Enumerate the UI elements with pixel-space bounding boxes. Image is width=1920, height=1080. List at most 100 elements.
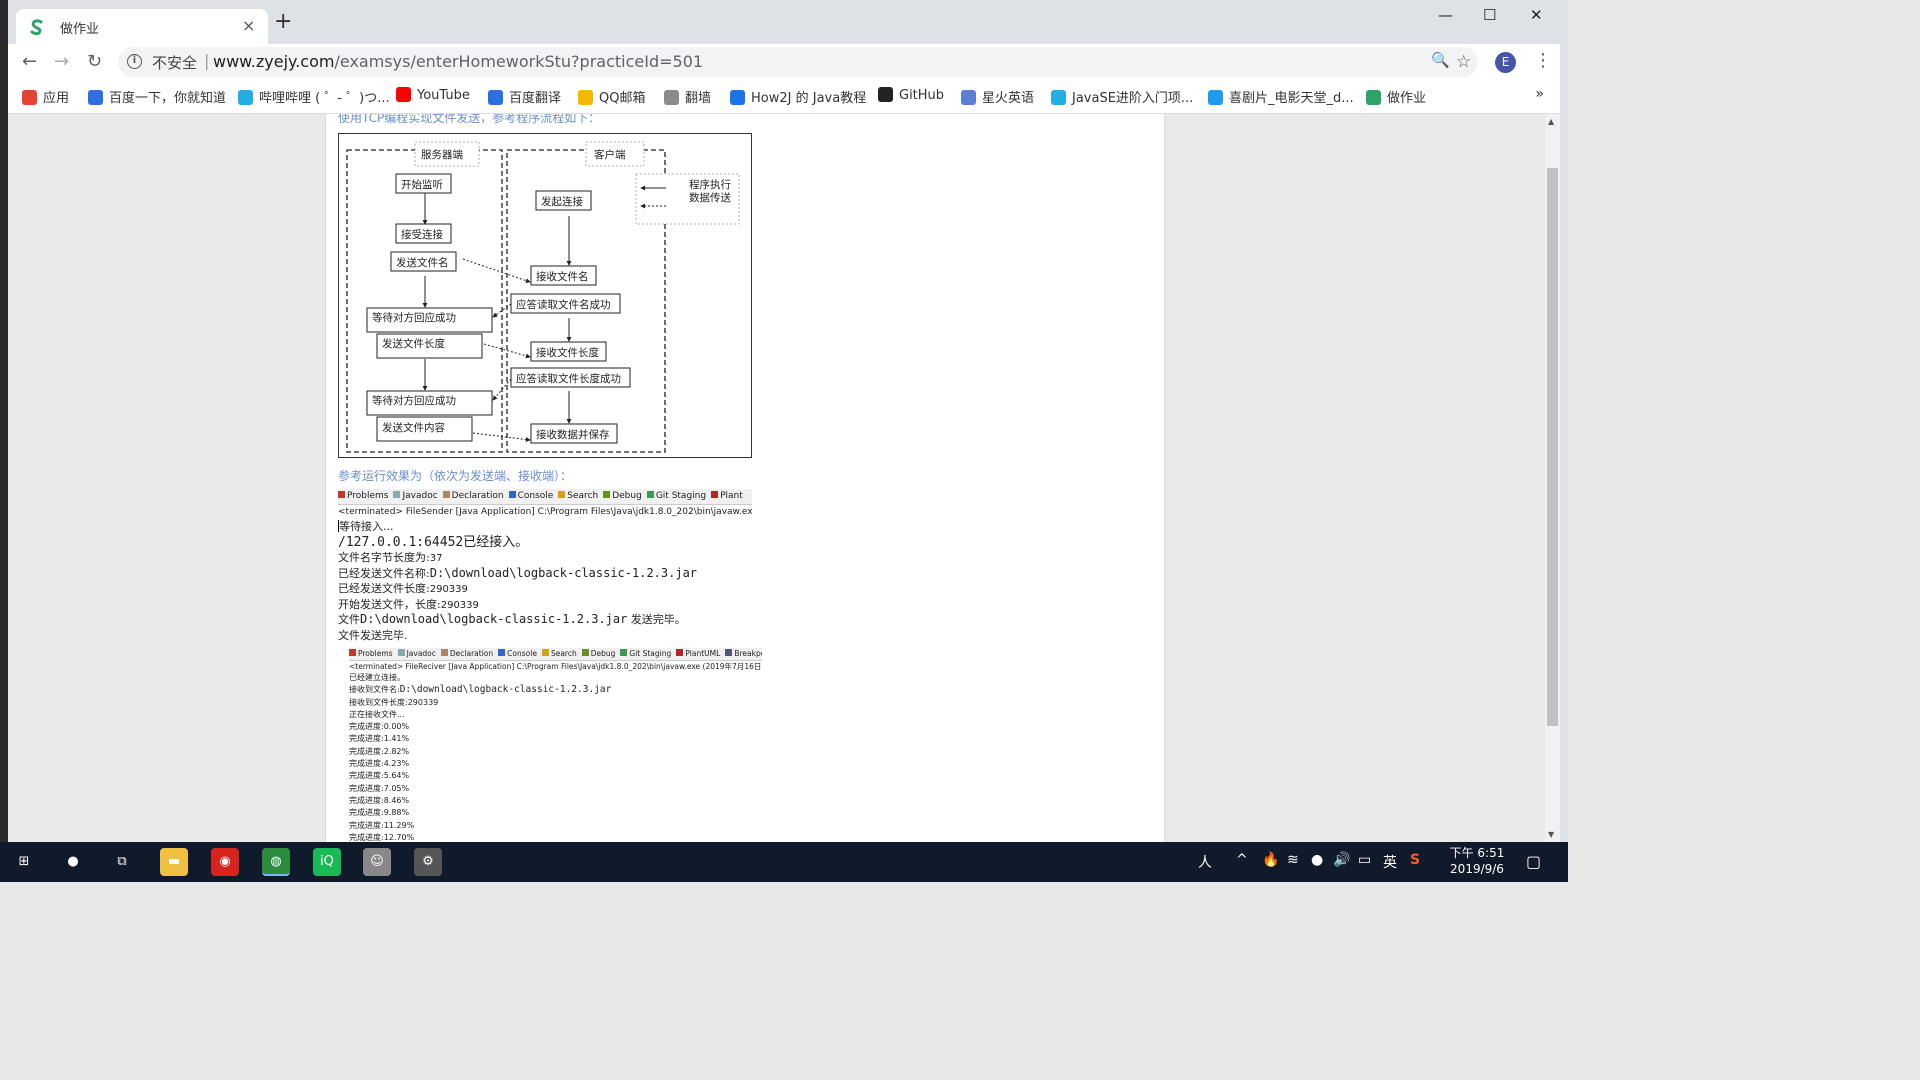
site-info-icon[interactable]: i	[127, 54, 142, 69]
view-tab-icon	[393, 491, 401, 498]
wifi-icon[interactable]: ≋	[1287, 852, 1299, 868]
console-tab[interactable]: Git Staging	[620, 649, 671, 658]
progress-value: 9.88%	[383, 808, 410, 818]
browser-tab-active[interactable]: 做作业 ×	[16, 9, 268, 44]
minimize-button[interactable]: —	[1438, 6, 1453, 24]
console-tab[interactable]: Console	[508, 491, 553, 501]
console-number: 37	[429, 553, 443, 564]
app-tray-icon[interactable]: 🔥	[1262, 852, 1279, 868]
task-view-icon[interactable]: ⧉	[108, 848, 136, 876]
console-tab[interactable]: Console	[498, 649, 537, 658]
console-tab[interactable]: Git Staging	[646, 491, 707, 501]
new-tab-button[interactable]: +	[274, 11, 292, 33]
bookmark-label: 百度翻译	[509, 91, 562, 106]
client-flow: 发起连接 接收文件名 应答读取文件名成功 接收文件长度 应答读取文件长度成功 接…	[510, 190, 631, 444]
file-explorer-icon[interactable]: ▬	[160, 848, 188, 876]
progress-line: 完成进度:8.46%	[349, 795, 762, 807]
console-tab-label: Declaration	[449, 649, 494, 658]
ime-language-indicator[interactable]: 英	[1383, 852, 1397, 872]
scroll-up-arrow-icon[interactable]: ▲	[1548, 117, 1554, 126]
progress-label: 完成进度:	[349, 783, 384, 793]
console-tab-label: Console	[507, 649, 537, 658]
start-windows-icon[interactable]: ⊞	[10, 848, 38, 876]
window-close-button[interactable]: ✕	[1530, 6, 1543, 24]
netease-music-icon[interactable]: ◉	[211, 848, 239, 876]
console-line: 已经发送文件名称:D:\download\logback-classic-1.2…	[338, 566, 752, 582]
bookmark-item[interactable]: 哔哩哔哩 ( ゜- ゜)つ...	[238, 87, 390, 106]
address-bar[interactable]: i 不安全 | www.zyejy.com/examsys/enterHomew…	[118, 47, 1478, 77]
bookmarks-more-button[interactable]: »	[1535, 86, 1544, 102]
console-number: 290339	[429, 584, 468, 595]
bookmark-star-icon[interactable]: ☆	[1456, 52, 1471, 72]
bookmark-item[interactable]: 做作业	[1366, 87, 1426, 106]
console-tab[interactable]: Problems	[338, 491, 388, 501]
bookmark-item[interactable]: 翻墙	[664, 87, 711, 106]
console-text: 等待接入...	[339, 520, 394, 533]
bookmark-item[interactable]: 百度翻译	[488, 87, 561, 106]
apps-grid-icon	[22, 90, 37, 105]
console-tab[interactable]: Breakpoints	[725, 649, 762, 658]
console-tab[interactable]: Javadoc	[393, 491, 438, 501]
zoom-icon[interactable]: 🔍	[1431, 51, 1450, 69]
bookmark-item[interactable]: 星火英语	[961, 87, 1034, 106]
bookmark-item[interactable]: QQ邮箱	[578, 87, 645, 106]
page-scrollbar[interactable]: ▲ ▼	[1545, 114, 1560, 842]
scrollbar-thumb[interactable]	[1547, 168, 1558, 726]
user-avatar-app-icon[interactable]: ☺	[363, 848, 391, 876]
console-line: 接收到文件长度:290339	[349, 697, 762, 709]
bookmark-label: 做作业	[1387, 91, 1427, 106]
sogou-input-icon[interactable]: S	[1410, 852, 1420, 868]
bookmark-label: 翻墙	[685, 91, 712, 106]
console-tab[interactable]: Javadoc	[397, 649, 436, 658]
volume-icon[interactable]: 🔊	[1333, 852, 1350, 868]
iqiyi-icon[interactable]: iQ	[313, 848, 341, 876]
url-text[interactable]: www.zyejy.com/examsys/enterHomeworkStu?p…	[213, 52, 703, 71]
back-button[interactable]: ←	[22, 51, 37, 72]
bookmark-item[interactable]: 应用	[22, 87, 69, 106]
xinghuo-icon	[961, 90, 976, 105]
console-tab-label: Debug	[612, 491, 642, 501]
console-tab[interactable]: PlantUML	[676, 649, 720, 658]
system-clock[interactable]: 下午 6:51 2019/9/6	[1442, 845, 1512, 877]
console-tab-label: Declaration	[451, 491, 504, 501]
console-tab[interactable]: Declaration	[442, 491, 504, 501]
progress-line: 完成进度:7.05%	[349, 783, 762, 795]
browser-menu-icon[interactable]: ⋮	[1534, 50, 1552, 71]
battery-icon[interactable]: ▭	[1358, 852, 1371, 868]
console-tab[interactable]: Debug	[603, 491, 642, 501]
baidu-translate-icon	[488, 90, 503, 105]
cortana-icon[interactable]: ●	[59, 848, 87, 876]
console-text: 接收到文件名:	[349, 685, 400, 695]
people-icon[interactable]: 人	[1198, 852, 1212, 872]
tray-overflow-icon[interactable]: ^	[1236, 852, 1248, 868]
tray-app-icon[interactable]: ●	[1311, 852, 1323, 868]
url-host: www.zyejy.com	[213, 52, 335, 71]
console-tab[interactable]: Problems	[349, 649, 393, 658]
console-tab[interactable]: Plant	[711, 491, 743, 501]
profile-avatar[interactable]: E	[1495, 52, 1516, 73]
settings-gear-icon[interactable]: ⚙	[414, 848, 442, 876]
bookmark-item[interactable]: 喜剧片_电影天堂_d...	[1208, 87, 1354, 106]
progress-line: 完成进度:5.64%	[349, 770, 762, 782]
view-tab-icon	[440, 649, 448, 656]
console-line: 接收到文件名:D:\download\logback-classic-1.2.3…	[349, 684, 762, 696]
maximize-button[interactable]: ☐	[1483, 6, 1496, 24]
bookmark-item[interactable]: How2J 的 Java教程	[730, 87, 866, 106]
reload-button[interactable]: ↻	[87, 51, 102, 72]
console-tab[interactable]: Declaration	[440, 649, 494, 658]
notification-center-icon[interactable]: ▢	[1526, 852, 1541, 871]
console-tab[interactable]: Search	[541, 649, 577, 658]
console-tab-label: Git Staging	[655, 491, 707, 501]
chrome-icon[interactable]: ◍	[262, 848, 290, 876]
bookmark-item[interactable]: 百度一下，你就知道	[88, 87, 226, 106]
console-tab[interactable]: Search	[558, 491, 598, 501]
bookmark-item[interactable]: YouTube	[396, 87, 470, 103]
console-tab[interactable]: Debug	[581, 649, 615, 658]
client-step-connect: 发起连接	[541, 195, 583, 208]
browser-toolbar: ← → ↻ i 不安全 | www.zyejy.com/examsys/ente…	[8, 44, 1560, 80]
bookmark-item[interactable]: JavaSE进阶入门项...	[1051, 87, 1193, 106]
bookmark-item[interactable]: GitHub	[878, 87, 944, 103]
forward-button[interactable]: →	[54, 51, 69, 72]
tab-close-icon[interactable]: ×	[242, 16, 255, 35]
scroll-down-arrow-icon[interactable]: ▼	[1548, 830, 1554, 839]
